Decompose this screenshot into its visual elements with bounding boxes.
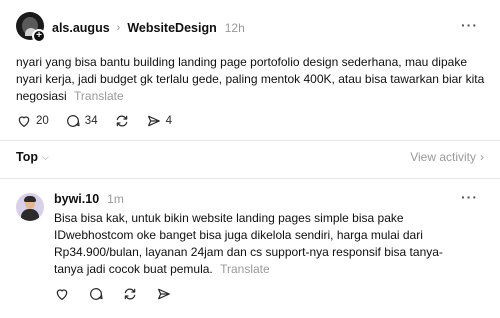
repost-button[interactable] [114,113,130,129]
post-header: als.augus › WebsiteDesign 12h [52,20,245,36]
share-count: 4 [165,115,172,127]
repost-icon [116,115,127,127]
heart-icon [18,116,30,127]
reply-actions [54,286,172,302]
sort-label: Top [16,150,38,164]
like-button[interactable]: 20 [16,113,49,129]
comment-icon [90,288,103,300]
share-button[interactable] [156,286,172,302]
sort-dropdown[interactable]: Top ⌵ [16,150,49,164]
comment-button[interactable] [88,286,104,302]
follow-plus-icon[interactable]: + [32,29,46,43]
avatar[interactable] [16,193,44,221]
chevron-right-icon: › [116,22,121,34]
chevron-right-icon: › [480,150,484,164]
reply-username[interactable]: bywi.10 [54,192,99,206]
avatar-hair [24,196,36,202]
post-time: 12h [224,21,245,35]
avatar-figure-body [21,209,39,221]
post-actions: 20 34 4 [16,113,172,129]
divider [0,140,500,141]
post-username[interactable]: als.augus [52,21,110,35]
divider [0,178,500,179]
repost-button[interactable] [122,286,138,302]
share-button[interactable]: 4 [146,113,172,129]
reply-header: bywi.10 1m [54,192,124,206]
comment-button[interactable]: 34 [65,113,98,129]
send-icon [158,288,170,300]
view-activity-link[interactable]: View activity › [410,150,484,164]
like-button[interactable] [54,286,70,302]
translate-link[interactable]: Translate [220,262,270,276]
like-count: 20 [36,115,49,127]
sort-bar: Top ⌵ View activity › [16,150,484,164]
reply-time: 1m [107,192,124,206]
comment-icon [66,115,80,127]
repost-icon [124,288,136,300]
heart-icon [56,289,68,300]
translate-link[interactable]: Translate [74,89,124,103]
comment-count: 34 [84,115,98,127]
view-activity-label: View activity [410,150,476,164]
more-icon[interactable]: ··· [461,17,478,33]
reply-text: Bisa bisa kak, untuk bikin website landi… [54,210,454,278]
more-icon[interactable]: ··· [461,189,478,205]
community-name[interactable]: WebsiteDesign [127,21,216,35]
post-text: nyari yang bisa bantu building landing p… [16,54,486,105]
send-icon [147,115,160,127]
chevron-down-icon: ⌵ [41,151,49,162]
